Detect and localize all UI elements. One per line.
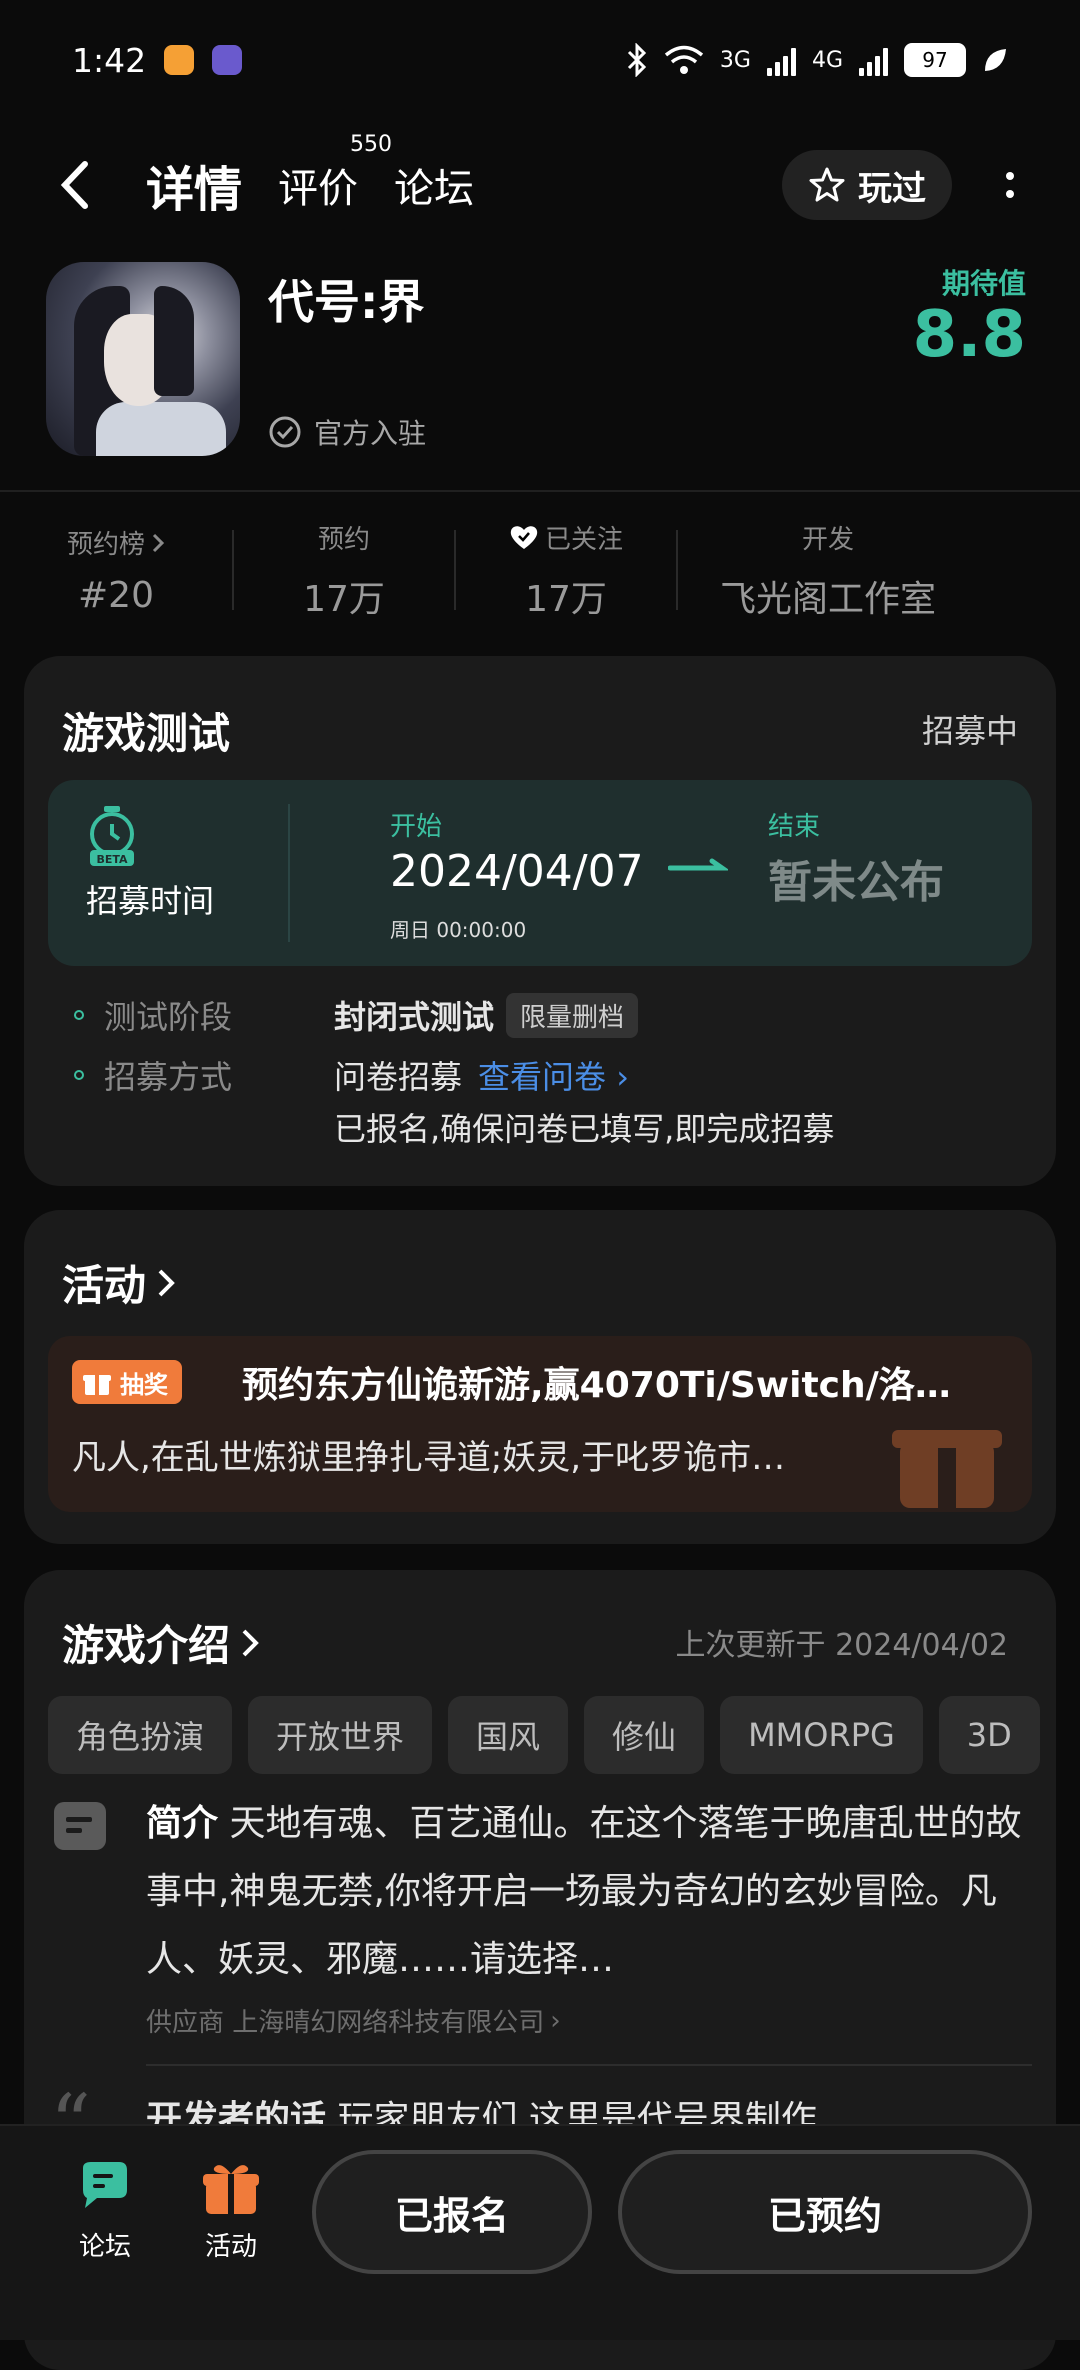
beta-timer-icon: BETA <box>90 806 134 866</box>
notification-app-icon <box>164 45 195 75</box>
game-icon[interactable] <box>46 262 240 456</box>
signal-icon <box>766 44 796 76</box>
activity-headline: 预约东方仙诡新游,赢4070Ti/Switch/洛… <box>242 1365 951 1406</box>
supplier-link[interactable]: 供应商 上海晴幻网络科技有限公司 › <box>146 2002 561 2039</box>
start-time: 周日 00:00:00 <box>390 918 527 942</box>
signal-3g-label: 3G <box>719 47 751 73</box>
game-header: 代号:界 官方入驻 期待值 8.8 <box>46 262 1036 462</box>
signal-4g-label: 4G <box>811 47 843 73</box>
tab-forum[interactable]: 论坛 <box>394 156 474 214</box>
arrow-right-icon <box>668 858 728 871</box>
end-value: 暂未公布 <box>768 857 944 908</box>
leaf-icon <box>985 49 1006 71</box>
svg-text:BETA: BETA <box>96 853 128 866</box>
tag-item[interactable]: 角色扮演 <box>48 1696 233 1774</box>
signed-up-button[interactable]: 已报名 <box>312 2150 592 2274</box>
end-label: 结束 <box>768 812 821 842</box>
document-icon <box>54 1802 106 1850</box>
battery-icon: 97 <box>904 43 966 77</box>
tag-item[interactable]: 3D <box>938 1696 1040 1774</box>
last-updated: 上次更新于 2024/04/02 <box>675 1628 1008 1663</box>
check-circle-icon <box>269 416 301 448</box>
star-icon <box>809 167 845 202</box>
gift-icon <box>83 1375 111 1395</box>
test-status: 招募中 <box>921 712 1018 750</box>
lottery-badge: 抽奖 <box>72 1360 182 1404</box>
game-test-card: 游戏测试 招募中 BETA 招募时间 开始 2024/04/07 周日 00:0… <box>24 656 1056 1186</box>
signal-icon <box>859 44 888 76</box>
expectation-label: 期待值 <box>941 267 1026 300</box>
stat-developer[interactable]: 开发 飞光阁工作室 <box>678 510 978 630</box>
chevron-right-icon <box>152 533 165 552</box>
game-title: 代号:界 <box>268 275 425 329</box>
forum-chat-icon <box>83 2162 127 2208</box>
stats-row: 预约榜 #20 预约 17万 已关注 17万 开发 飞光阁工作室 <box>0 510 1080 630</box>
tag-list: 角色扮演 开放世界 国风 修仙 MMORPG 3D <box>48 1696 1056 1776</box>
recruit-time-label: 招募时间 <box>86 882 215 920</box>
header-nav: 详情 评价 550 论坛 玩过 <box>0 130 1080 240</box>
expectation-score: 8.8 <box>912 298 1026 372</box>
start-date: 2024/04/07 <box>390 846 644 897</box>
recruit-time-panel: BETA 招募时间 开始 2024/04/07 周日 00:00:00 结束 暂… <box>48 780 1032 966</box>
tab-details[interactable]: 详情 <box>146 150 243 220</box>
tag-item[interactable]: 修仙 <box>584 1696 705 1774</box>
bluetooth-icon <box>627 43 647 77</box>
game-brief[interactable]: 简介 天地有魂、百艺通仙。在这个落笔于晚唐乱世的故事中,神鬼无禁,你将开启一场最… <box>146 1790 1026 1994</box>
stat-reservations: 预约 17万 <box>303 524 385 620</box>
divider <box>0 490 1080 492</box>
tag-item[interactable]: 国风 <box>448 1696 569 1774</box>
more-options-button[interactable] <box>980 150 1040 220</box>
test-title: 游戏测试 <box>62 709 231 758</box>
official-badge: 官方入驻 <box>268 412 426 452</box>
recruit-method-row: 招募方式 问卷招募 查看问卷 › <box>74 1052 629 1098</box>
reserved-button[interactable]: 已预约 <box>618 2150 1032 2274</box>
chevron-left-icon <box>60 161 88 209</box>
heart-check-icon <box>510 526 538 549</box>
phase-badge: 限量删档 <box>506 992 639 1038</box>
chevron-right-icon <box>242 1629 259 1656</box>
recruit-note: 已报名,确保问卷已填写,即完成招募 <box>334 1110 835 1148</box>
bottom-action-bar: 论坛 活动 已报名 已预约 <box>0 2124 1080 2340</box>
played-button[interactable]: 玩过 <box>782 150 952 220</box>
view-survey-link[interactable]: 查看问卷 › <box>478 1052 629 1098</box>
wifi-icon <box>664 45 704 74</box>
activity-item[interactable]: 抽奖 预约东方仙诡新游,赢4070Ti/Switch/洛… 凡人,在乱世炼狱里挣… <box>48 1336 1032 1512</box>
gift-icon <box>203 2165 259 2214</box>
tab-reviews[interactable]: 评价 550 <box>278 132 392 214</box>
divider <box>146 2064 1032 2066</box>
intro-title[interactable]: 游戏介绍 <box>62 1612 260 1673</box>
activity-title[interactable]: 活动 <box>62 1252 176 1313</box>
start-label: 开始 <box>390 812 443 842</box>
bottom-forum-button[interactable]: 论坛 <box>50 2160 160 2263</box>
back-button[interactable] <box>40 150 110 220</box>
tag-item[interactable]: MMORPG <box>720 1696 923 1774</box>
status-bar: 1:42 3G 4G 97 <box>0 0 1080 120</box>
chevron-right-icon <box>158 1269 175 1296</box>
stat-followed[interactable]: 已关注 17万 <box>456 510 676 630</box>
stat-rank[interactable]: 预约榜 #20 <box>0 510 232 630</box>
activity-description: 凡人,在乱世炼狱里挣扎寻道;妖灵,于叱罗诡市… <box>72 1438 786 1478</box>
activity-card: 活动 抽奖 预约东方仙诡新游,赢4070Ti/Switch/洛… 凡人,在乱世炼… <box>24 1210 1056 1544</box>
notification-app-icon <box>212 45 243 75</box>
review-count-badge: 550 <box>350 132 393 157</box>
tag-item[interactable]: 开放世界 <box>248 1696 433 1774</box>
status-time: 1:42 <box>72 40 147 80</box>
test-phase-row: 测试阶段 封闭式测试 限量删档 <box>74 992 639 1038</box>
bottom-activity-button[interactable]: 活动 <box>176 2160 286 2263</box>
